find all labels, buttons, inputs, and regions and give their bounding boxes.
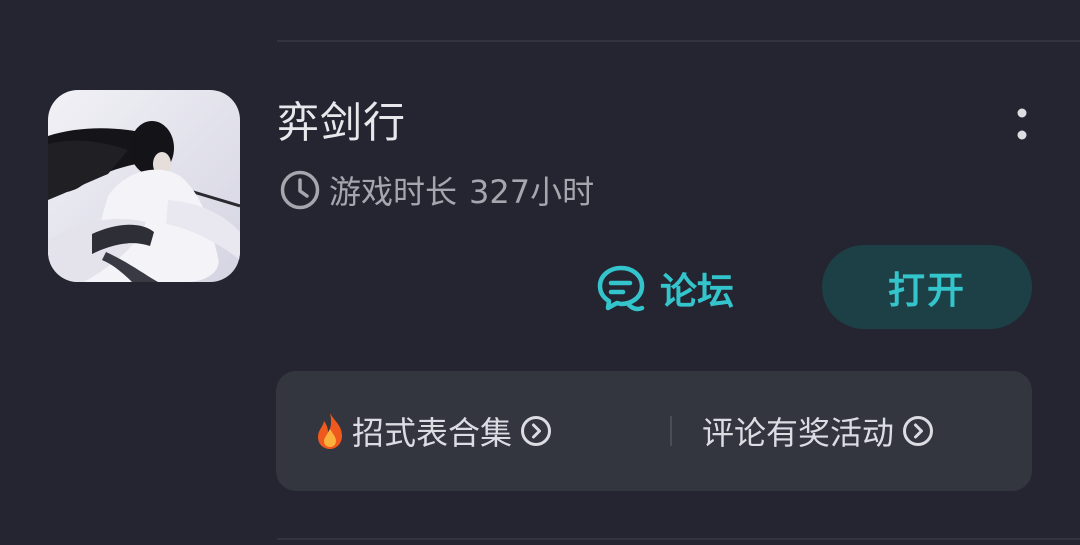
link-separator	[670, 416, 672, 446]
clock-icon	[280, 170, 320, 210]
chat-bubble-icon	[597, 265, 645, 312]
playtime-value: 327小时	[469, 173, 595, 211]
open-label: 打开	[888, 269, 966, 312]
chevron-right-circle-icon	[903, 416, 934, 446]
quick-link-label: 招式表合集	[352, 414, 513, 452]
chevron-right-circle-icon	[521, 416, 552, 446]
more-vertical-icon	[1017, 108, 1027, 140]
top-divider	[277, 40, 1080, 42]
bottom-divider	[277, 538, 1080, 540]
forum-label: 论坛	[660, 270, 734, 313]
quick-link-move-list[interactable]: 招式表合集	[312, 371, 552, 491]
game-card: 弈剑行 游戏时长 327小时 论坛 打开 招式表合集 评论有奖活动	[0, 0, 1080, 545]
playtime-row: 游戏时长 327小时	[279, 168, 594, 212]
quick-link-comment-event[interactable]: 评论有奖活动	[702, 371, 934, 491]
open-button[interactable]: 打开	[822, 245, 1032, 329]
quick-link-label: 评论有奖活动	[702, 414, 895, 452]
forum-button[interactable]: 论坛	[596, 258, 734, 318]
game-icon[interactable]	[48, 90, 240, 282]
game-title: 弈剑行	[277, 98, 407, 147]
playtime-label: 游戏时长	[329, 173, 458, 211]
quick-links-panel: 招式表合集 评论有奖活动	[276, 371, 1032, 491]
fire-icon	[318, 413, 342, 449]
more-options-button[interactable]	[1004, 104, 1040, 152]
